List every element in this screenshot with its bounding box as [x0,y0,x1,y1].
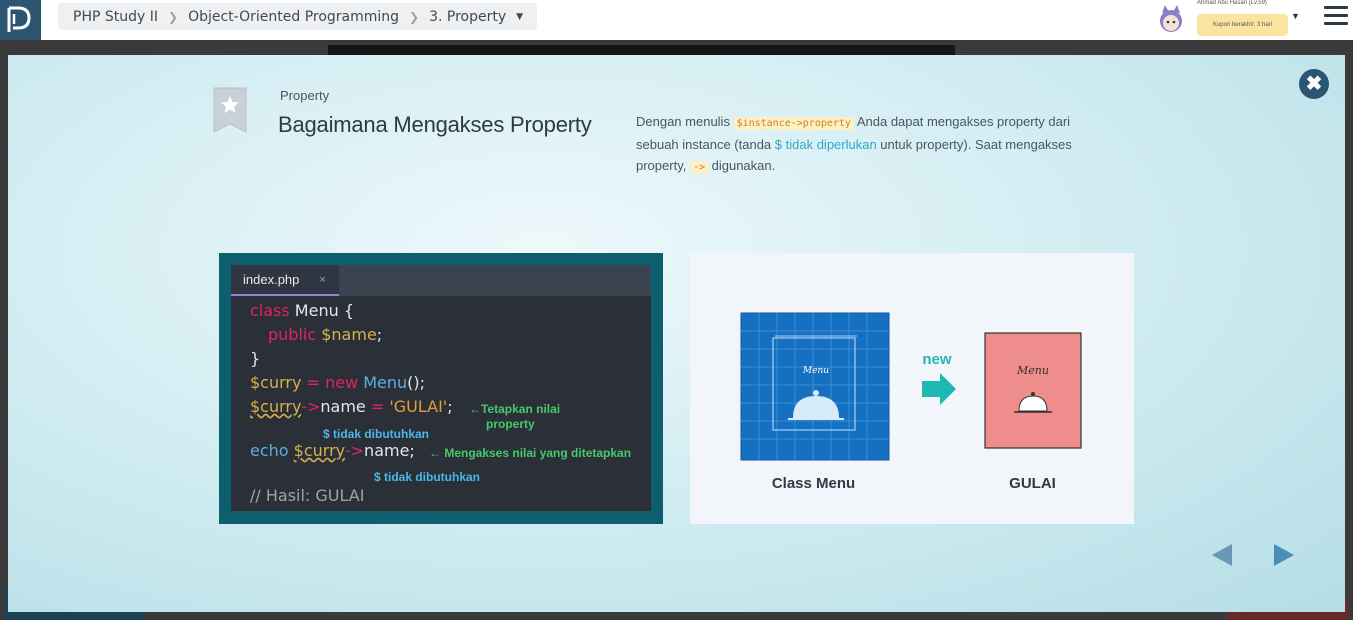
inline-code: -> [689,161,708,174]
chevron-right-icon: ❯ [168,9,179,24]
code-example-panel: index.php × class Menu { public $name; } … [219,253,663,524]
code-comment: // Hasil: GULAI [250,486,365,505]
class-label: Class Menu [771,475,856,492]
chevron-down-icon[interactable]: ▼ [516,12,523,22]
slide-title: Bagaimana Mengakses Property [278,112,592,137]
slide-label: Property [280,88,330,103]
breadcrumb-course[interactable]: PHP Study II [73,9,158,25]
previous-slide-button[interactable] [1210,543,1234,572]
code-line: $curry = new Menu(); [250,373,426,392]
annotation-no-dollar: $ tidak dibutuhkan [323,427,430,441]
code-line: } [250,349,261,368]
annotation-set-value-2: property [486,417,535,431]
highlight-text: $ tidak diperlukan [774,137,877,152]
next-slide-button[interactable] [1272,543,1296,572]
slide-modal: ✖ Property Bagaimana Mengakses Property … [8,55,1345,612]
chevron-right-icon: ❯ [409,9,420,24]
avatar[interactable] [1155,3,1187,35]
coupon-badge: Kupon berakhir: 3 hari [1197,14,1288,36]
user-name: Ahmad Abu Hasan (Lv.59) [1197,0,1267,6]
close-icon[interactable]: ✖ [1299,69,1329,99]
instance-label: GULAI [1009,475,1056,492]
top-navigation-bar: PHP Study II ❯ Object-Oriented Programmi… [0,0,1353,40]
arrow-label: new [922,351,952,368]
slide-description: Dengan menulis $instance->property Anda … [636,114,1072,174]
annotation-no-dollar-2: $ tidak dibutuhkan [374,470,481,484]
svg-text:Menu: Menu [1016,364,1049,377]
inline-code: $instance->property [733,117,854,130]
editor-tab-bar: index.php × [231,265,651,296]
bookmark-star-icon[interactable] [213,87,247,138]
breadcrumb: PHP Study II ❯ Object-Oriented Programmi… [58,3,537,30]
background-video-frame [328,45,955,55]
code-line: echo $curry->name; [250,441,415,460]
code-line: class Menu { [250,301,354,320]
annotation-set-value: ←Tetapkan nilai [469,402,561,416]
code-line: public $name; [268,325,383,344]
hamburger-menu-icon[interactable] [1324,6,1348,28]
close-tab-icon: × [319,273,326,286]
breadcrumb-chapter[interactable]: Object-Oriented Programming [188,9,399,25]
tab-index-php[interactable]: index.php × [231,265,339,296]
annotation-get-value: ← Mengakses nilai yang ditetapkan [429,446,632,460]
code-line: $curry->name = 'GULAI'; [250,397,453,416]
code-editor: index.php × class Menu { public $name; } … [231,265,651,511]
app-logo[interactable] [0,0,41,40]
chevron-down-icon[interactable]: ▼ [1291,11,1300,21]
breadcrumb-lesson[interactable]: 3. Property [429,9,506,25]
illustration-panel: Menu Menu new Class Menu GULAI [690,253,1134,524]
svg-text:Menu: Menu [802,366,829,376]
